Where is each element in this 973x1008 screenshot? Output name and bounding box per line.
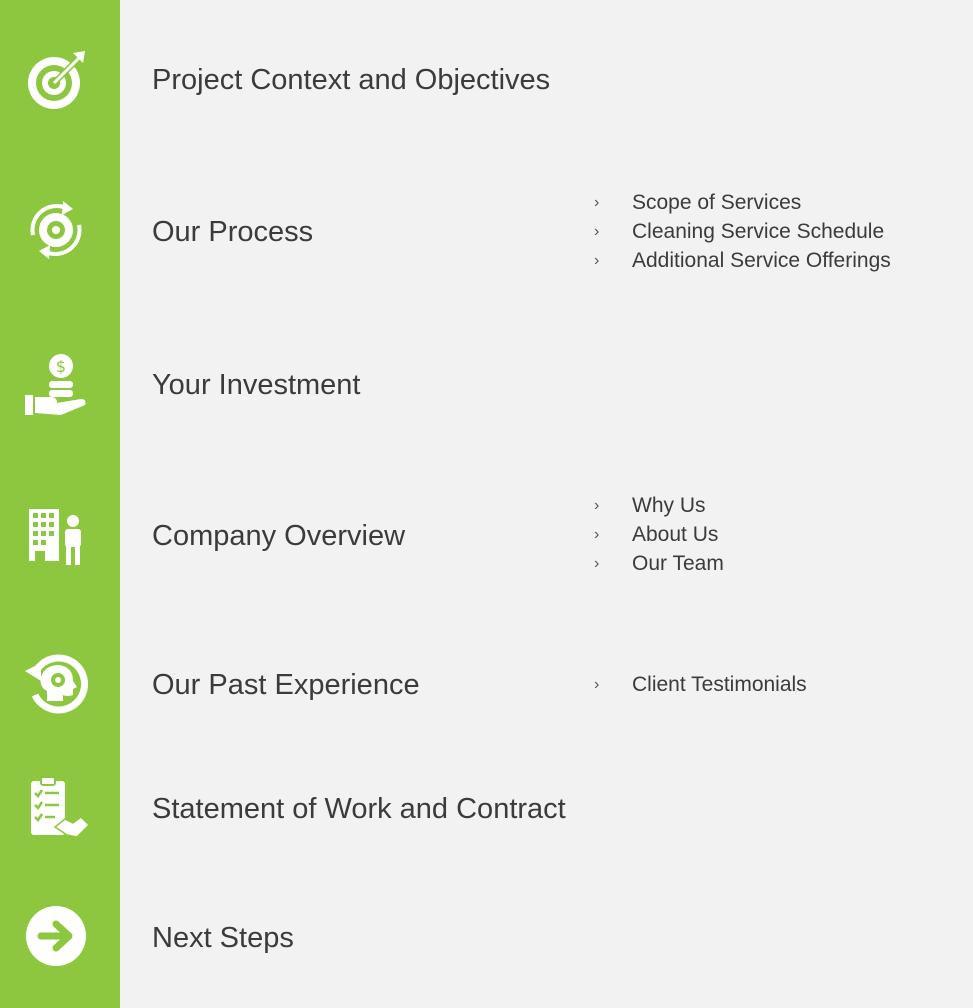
chevron-right-icon: ›: [594, 194, 600, 211]
section-title-next-steps[interactable]: Next Steps: [152, 921, 294, 955]
gear-cycle-icon: [18, 192, 94, 268]
checklist-handshake-icon: [18, 770, 94, 846]
chevron-right-icon: ›: [594, 497, 600, 514]
svg-text:$: $: [56, 357, 66, 376]
hand-coins-icon: $: [18, 346, 94, 422]
chevron-right-icon: ›: [594, 252, 600, 269]
list-item[interactable]: › Our Team: [594, 549, 724, 578]
section-title-your-investment[interactable]: Your Investment: [152, 368, 361, 402]
section-title-past-experience[interactable]: Our Past Experience: [152, 668, 420, 702]
section-title-our-process[interactable]: Our Process: [152, 215, 313, 249]
section-title-project-context[interactable]: Project Context and Objectives: [152, 63, 550, 97]
our-process-subitems: › Scope of Services › Cleaning Service Sch…: [594, 188, 891, 275]
chevron-right-icon: ›: [594, 526, 600, 543]
list-item[interactable]: › About Us: [594, 520, 724, 549]
list-item[interactable]: › Cleaning Service Schedule: [594, 217, 891, 246]
past-experience-subitems: › Client Testimonials: [594, 670, 807, 699]
chevron-right-icon: ›: [594, 676, 600, 693]
chevron-right-icon: ›: [594, 223, 600, 240]
list-item[interactable]: › Why Us: [594, 491, 724, 520]
chevron-right-icon: ›: [594, 555, 600, 572]
list-item[interactable]: › Additional Service Offerings: [594, 246, 891, 275]
arrow-right-icon: [18, 898, 94, 974]
head-history-icon: [18, 646, 94, 722]
list-item[interactable]: › Client Testimonials: [594, 670, 807, 699]
company-overview-subitems: › Why Us › About Us › Our Team: [594, 491, 724, 578]
list-item[interactable]: › Scope of Services: [594, 188, 891, 217]
section-title-company-overview[interactable]: Company Overview: [152, 519, 405, 553]
target-icon: [18, 42, 94, 118]
building-person-icon: [18, 498, 94, 574]
section-title-statement-of-work[interactable]: Statement of Work and Contract: [152, 792, 566, 826]
